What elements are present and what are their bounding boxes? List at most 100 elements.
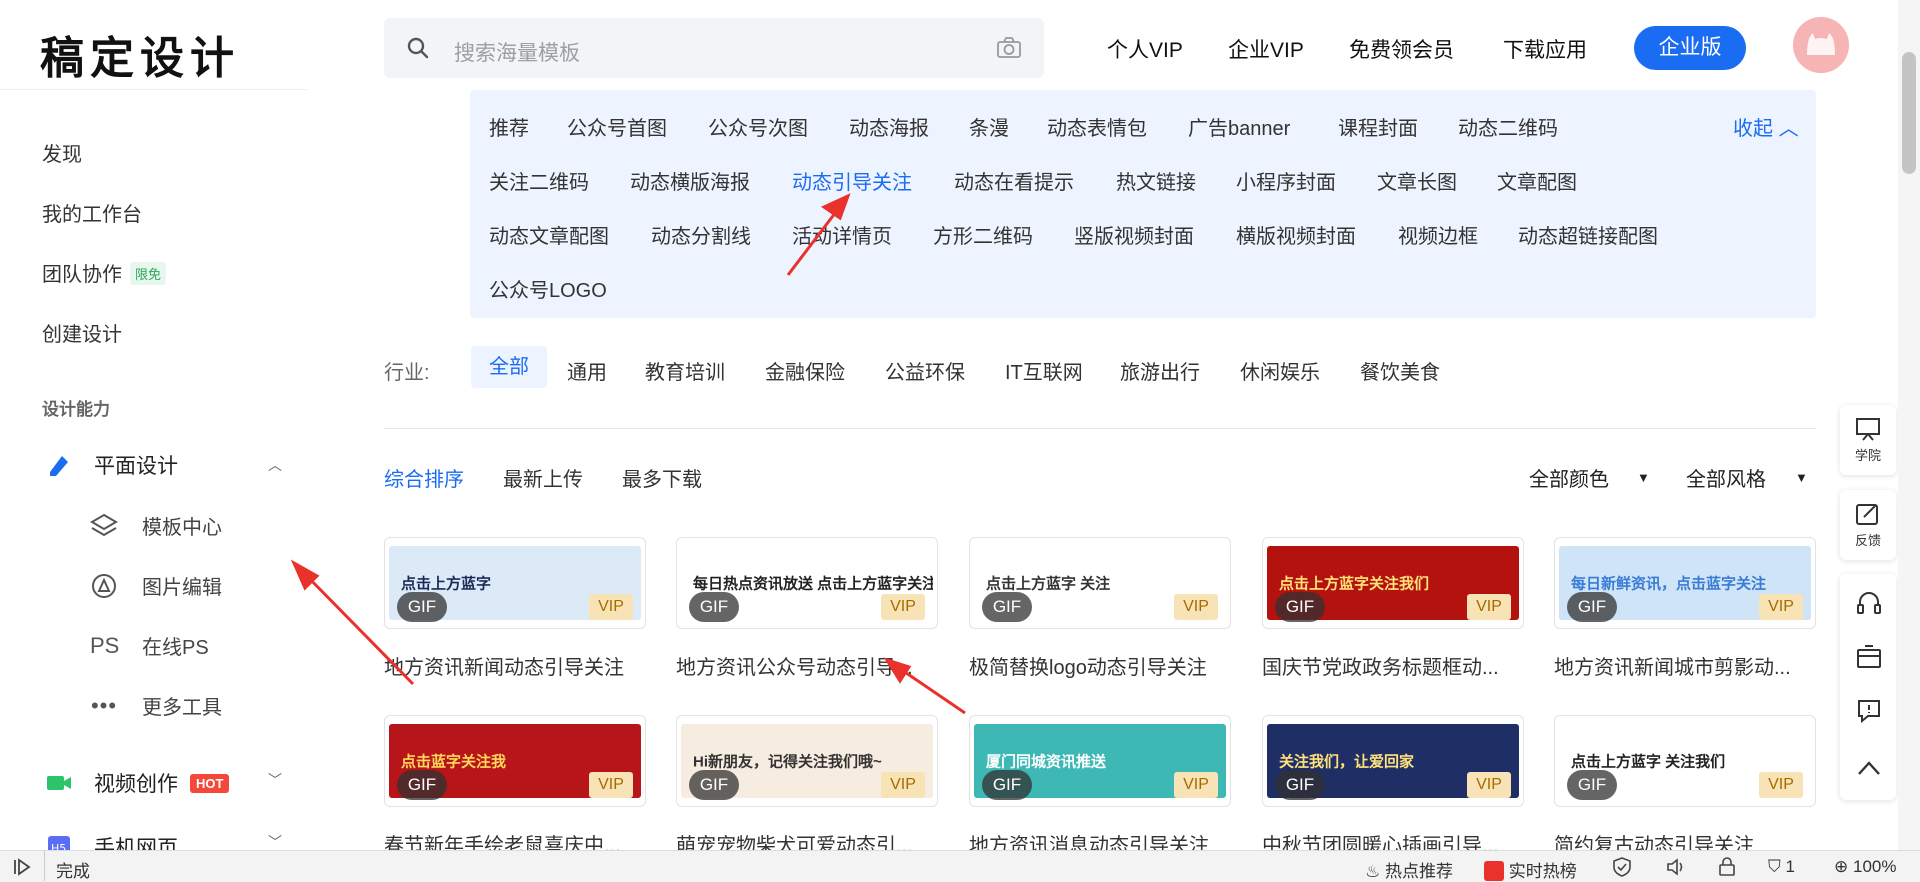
category-item[interactable]: 关注二维码 [489, 166, 589, 195]
sidebar-item-template-center[interactable]: 模板中心 [90, 511, 222, 540]
template-title[interactable]: 地方资讯公众号动态引导... [676, 651, 938, 680]
category-item[interactable]: 课程封面 [1338, 112, 1418, 141]
chevron-down-icon[interactable]: ﹀ [268, 832, 282, 852]
category-item[interactable]: 文章长图 [1377, 166, 1457, 195]
category-item[interactable]: 文章配图 [1497, 166, 1577, 195]
category-item[interactable]: 动态超链接配图 [1518, 220, 1658, 249]
category-item[interactable]: 方形二维码 [933, 220, 1033, 249]
adblock-item[interactable]: ⛉ 1 [1768, 857, 1795, 877]
industry-item[interactable]: 餐饮美食 [1360, 356, 1440, 385]
industry-item[interactable]: 旅游出行 [1120, 356, 1200, 385]
category-item[interactable]: 广告banner [1188, 112, 1290, 141]
sidebar-item-discover[interactable]: 发现 [42, 138, 82, 167]
template-card[interactable]: 点击上方蓝字 GIF VIP [384, 537, 646, 629]
sort-comprehensive[interactable]: 综合排序 [384, 463, 464, 492]
template-card[interactable]: 每日新鲜资讯，点击蓝字关注 GIF VIP [1554, 537, 1816, 629]
template-card[interactable]: 关注我们，让爱回家 GIF VIP [1262, 715, 1524, 807]
play-icon[interactable] [12, 858, 32, 876]
speaker-icon[interactable] [1666, 857, 1686, 877]
category-item[interactable]: 动态文章配图 [489, 220, 609, 249]
search-input[interactable]: 搜索海量模板 [454, 37, 580, 67]
nav-free-membership[interactable]: 免费领会员 [1349, 34, 1454, 64]
search-bar[interactable]: 搜索海量模板 [384, 18, 1044, 78]
template-title[interactable]: 地方资讯新闻动态引导关注 [384, 651, 646, 680]
sort-most-downloaded[interactable]: 最多下载 [622, 463, 702, 492]
brand-logo[interactable]: 稿定设计 [40, 22, 240, 86]
template-card[interactable]: 点击上方蓝字 关注我们 GIF VIP [1554, 715, 1816, 807]
category-item[interactable]: 推荐 [489, 112, 529, 141]
message-icon[interactable] [1856, 698, 1882, 724]
category-item[interactable]: 竖版视频封面 [1074, 220, 1194, 249]
template-card[interactable]: Hi新朋友，记得关注我们哦~ GIF VIP [676, 715, 938, 807]
gif-badge: GIF [1275, 592, 1325, 622]
back-to-top-icon[interactable] [1856, 758, 1882, 778]
industry-item[interactable]: 通用 [567, 356, 607, 385]
color-filter[interactable]: 全部颜色 [1529, 463, 1609, 492]
category-item[interactable]: 公众号首图 [567, 112, 667, 141]
academy-panel[interactable]: 学院 [1840, 405, 1896, 475]
feedback-button[interactable]: 反馈 [1840, 502, 1896, 549]
category-item[interactable]: 条漫 [969, 112, 1009, 141]
category-item[interactable]: 公众号次图 [708, 112, 808, 141]
category-item[interactable]: 公众号LOGO [489, 274, 607, 303]
sidebar-item-image-edit[interactable]: 图片编辑 [90, 571, 222, 600]
zoom-item[interactable]: ⊕ 100% [1834, 857, 1896, 877]
lock-icon[interactable] [1717, 857, 1737, 877]
headset-icon[interactable] [1856, 590, 1882, 616]
academy-button[interactable]: 学院 [1840, 417, 1896, 464]
sidebar-group-graphic-design[interactable]: 平面设计 [46, 450, 178, 480]
collapse-button[interactable]: 收起 ︿ [1733, 112, 1799, 141]
sidebar-item-online-ps[interactable]: PS 在线PS [90, 631, 209, 660]
industry-item[interactable]: 休闲娱乐 [1240, 356, 1320, 385]
template-card[interactable]: 点击蓝字关注我 GIF VIP [384, 715, 646, 807]
thumbnail-text: 点击上方蓝字 [401, 575, 492, 593]
scrollbar-thumb[interactable] [1902, 52, 1916, 174]
style-filter[interactable]: 全部风格 [1686, 463, 1766, 492]
category-item[interactable]: 动态二维码 [1458, 112, 1558, 141]
nav-enterprise-vip[interactable]: 企业VIP [1228, 34, 1304, 64]
category-item[interactable]: 动态表情包 [1047, 112, 1147, 141]
category-item[interactable]: 动态分割线 [651, 220, 751, 249]
industry-item[interactable]: 公益环保 [885, 356, 965, 385]
nav-download-app[interactable]: 下载应用 [1503, 34, 1587, 64]
camera-icon[interactable] [996, 36, 1022, 60]
category-item[interactable]: 动态横版海报 [630, 166, 750, 195]
industry-item[interactable]: 教育培训 [645, 356, 725, 385]
nav-personal-vip[interactable]: 个人VIP [1107, 34, 1183, 64]
template-title[interactable]: 地方资讯新闻城市剪影动... [1554, 651, 1816, 680]
sidebar-item-workspace[interactable]: 我的工作台 [42, 198, 142, 227]
realtime-hot-item[interactable]: 实时热榜 [1484, 857, 1577, 882]
hot-recommend-item[interactable]: ♨ 热点推荐 [1365, 857, 1453, 882]
sidebar-group-video[interactable]: 视频创作 HOT [46, 768, 230, 798]
sidebar-item-more-tools[interactable]: ••• 更多工具 [90, 691, 222, 720]
template-card[interactable]: 点击上方蓝字 关注 GIF VIP [969, 537, 1231, 629]
vertical-scrollbar[interactable] [1898, 0, 1920, 850]
template-card[interactable]: 厦门同城资讯推送 GIF VIP [969, 715, 1231, 807]
template-card[interactable]: 点击上方蓝字关注我们 GIF VIP [1262, 537, 1524, 629]
chevron-up-icon[interactable]: ︿ [268, 455, 282, 475]
category-item[interactable]: 小程序封面 [1236, 166, 1336, 195]
industry-item[interactable]: 金融保险 [765, 356, 845, 385]
sidebar-item-team-label: 团队协作 [42, 264, 122, 286]
avatar[interactable] [1793, 17, 1849, 73]
sidebar-item-team[interactable]: 团队协作 限免 [42, 258, 167, 287]
category-item[interactable]: 视频边框 [1398, 220, 1478, 249]
template-title[interactable]: 极简替换logo动态引导关注 [969, 651, 1231, 680]
chevron-down-icon[interactable]: ﹀ [268, 770, 282, 790]
sidebar-item-create[interactable]: 创建设计 [42, 318, 122, 347]
industry-item[interactable]: IT互联网 [1005, 356, 1083, 385]
category-item[interactable]: 横版视频封面 [1236, 220, 1356, 249]
mailbox-icon[interactable] [1856, 644, 1882, 670]
shield-check-icon[interactable] [1612, 857, 1632, 877]
template-title[interactable]: 国庆节党政政务标题框动... [1262, 651, 1524, 680]
category-item[interactable]: 热文链接 [1116, 166, 1196, 195]
industry-item-all[interactable]: 全部 [471, 346, 547, 388]
category-item[interactable]: 动态海报 [849, 112, 929, 141]
category-item[interactable]: 活动详情页 [792, 220, 892, 249]
feedback-panel[interactable]: 反馈 [1840, 490, 1896, 560]
template-card[interactable]: 每日热点资讯放送 点击上方蓝字关注 GIF VIP [676, 537, 938, 629]
enterprise-edition-button[interactable]: 企业版 [1634, 26, 1746, 70]
sort-latest[interactable]: 最新上传 [503, 463, 583, 492]
category-item-active[interactable]: 动态引导关注 [792, 166, 912, 195]
category-item[interactable]: 动态在看提示 [954, 166, 1074, 195]
